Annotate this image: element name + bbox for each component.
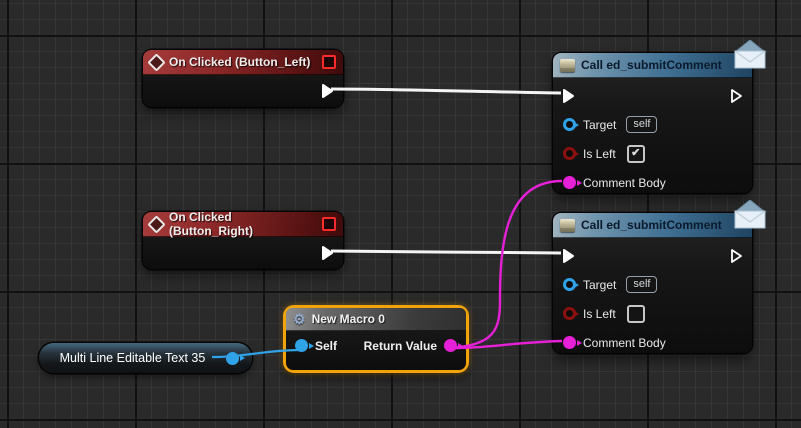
exec-out-pin[interactable] [729, 88, 744, 104]
target-label: Target [583, 117, 617, 132]
target-label: Target [583, 277, 617, 292]
exec-out-pin[interactable] [729, 248, 744, 264]
is-left-label: Is Left [583, 146, 616, 161]
delegate-pin-icon[interactable] [322, 217, 336, 231]
macro-node-header: ⚙ New Macro 0 [286, 308, 466, 331]
event-node-header: On Clicked (Button_Left) [143, 50, 343, 75]
target-row: Target self [553, 270, 752, 299]
is-left-row: Is Left ✔ [553, 139, 752, 168]
is-left-pin[interactable] [563, 307, 576, 320]
exec-in-pin[interactable] [561, 248, 576, 264]
comment-body-row: Comment Body [553, 328, 752, 357]
function-icon [560, 58, 575, 72]
self-pin[interactable] [295, 339, 308, 352]
node-call-ed-submitcomment-top[interactable]: Call ed_submitComment Target self Is Lef… [553, 39, 767, 193]
node-on-clicked-button-left[interactable]: On Clicked (Button_Left) [143, 50, 343, 107]
target-pin[interactable] [563, 118, 576, 131]
envelope-icon [733, 39, 767, 75]
node-title: Call ed_submitComment [581, 218, 722, 232]
delegate-pin-icon[interactable] [322, 55, 336, 69]
node-call-ed-submitcomment-bottom[interactable]: Call ed_submitComment Target self Is Lef… [553, 199, 767, 353]
return-value-pin-group: Return Value [364, 339, 457, 353]
target-pin[interactable] [563, 278, 576, 291]
event-node-body [143, 237, 343, 269]
function-icon [560, 218, 575, 232]
node-new-macro-0[interactable]: ⚙ New Macro 0 Self Return Value [286, 308, 466, 370]
comment-body-pin[interactable] [563, 336, 576, 349]
event-diamond-icon [147, 214, 166, 234]
node-title: On Clicked (Button_Right) [169, 210, 253, 238]
node-on-clicked-button-right[interactable]: On Clicked (Button_Right) [143, 210, 343, 269]
is-left-pin[interactable] [563, 147, 576, 160]
is-left-label: Is Left [583, 306, 616, 321]
event-node-body [143, 75, 343, 107]
event-diamond-icon [147, 52, 166, 72]
target-row: Target self [553, 110, 752, 139]
exec-in-pin[interactable] [561, 88, 576, 104]
gear-icon: ⚙ [293, 311, 306, 327]
comment-body-label: Comment Body [583, 335, 666, 350]
exec-out-pin[interactable] [320, 83, 335, 99]
exec-wire-left[interactable] [330, 87, 562, 95]
exec-wire-right[interactable] [330, 249, 562, 255]
event-node-header: On Clicked (Button_Right) [143, 210, 343, 238]
is-left-row: Is Left [553, 299, 752, 328]
function-node-body: Target self Is Left ✔ Comment Body [553, 78, 752, 197]
blueprint-graph-canvas[interactable]: On Clicked (Button_Left) On Clicked (But… [0, 0, 801, 428]
target-self-field[interactable]: self [626, 276, 658, 293]
node-title: New Macro 0 [311, 312, 385, 326]
comment-body-pin[interactable] [563, 176, 576, 189]
return-value-pin[interactable] [444, 339, 457, 352]
function-node-header: Call ed_submitComment [553, 53, 752, 78]
exec-row [553, 82, 752, 110]
comment-body-label: Comment Body [583, 175, 666, 190]
exec-row [553, 242, 752, 270]
self-label: Self [315, 338, 338, 353]
node-title: On Clicked (Button_Left) [169, 55, 311, 69]
self-pin-group: Self [295, 339, 337, 353]
variable-title: Multi Line Editable Text 35 [59, 351, 206, 365]
is-left-checkbox[interactable]: ✔ [626, 144, 645, 163]
is-left-checkbox[interactable] [626, 304, 645, 323]
function-node-body: Target self Is Left Comment Body [553, 238, 752, 357]
node-title: Call ed_submitComment [581, 58, 722, 72]
function-node-header: Call ed_submitComment [553, 213, 752, 238]
target-self-field[interactable]: self [626, 116, 658, 133]
return-value-label: Return Value [363, 338, 437, 353]
envelope-icon [733, 199, 767, 235]
selection-border: ⚙ New Macro 0 Self Return Value [283, 305, 469, 373]
variable-output-pin[interactable] [226, 351, 239, 365]
node-multi-line-editable-text-35[interactable]: Multi Line Editable Text 35 [39, 343, 252, 373]
comment-body-row: Comment Body [553, 168, 752, 197]
exec-out-pin[interactable] [320, 245, 335, 261]
macro-pin-row: Self Return Value [286, 331, 466, 360]
